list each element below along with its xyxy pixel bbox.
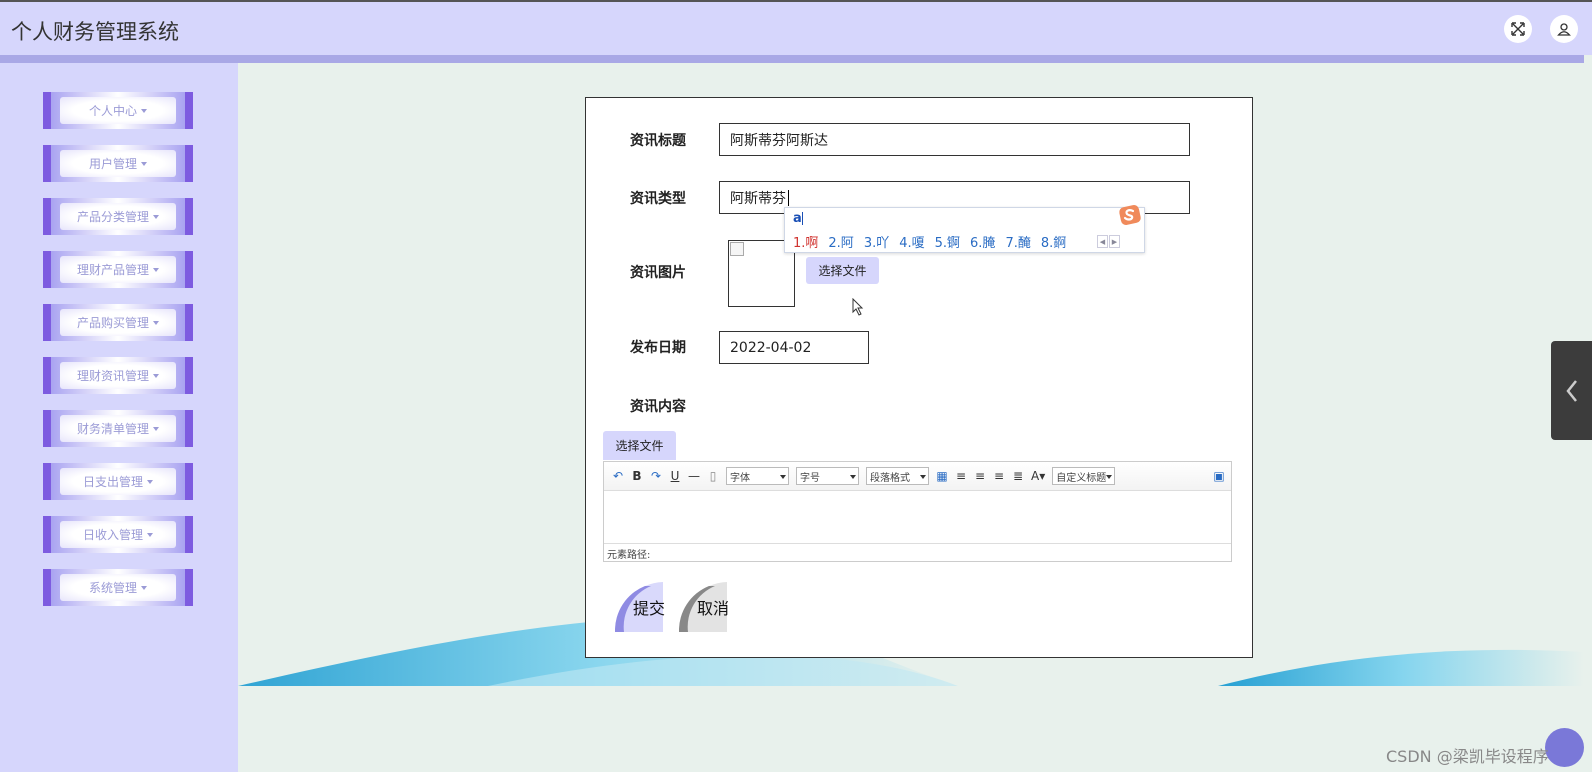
sidebar-item-label: 理财产品管理 [76,263,149,277]
caret-down-icon [153,373,159,378]
header-divider [0,55,1584,63]
ime-candidate-popup: a 1.啊 2.阿 3.吖 4.嗄 5.锕 6.腌 7.醃 8.錒 ◀ ▶ [784,205,1145,253]
caret-down-icon [141,585,147,590]
cancel-button[interactable]: 取消 [679,582,729,632]
caret-down-icon [141,161,147,166]
sidebar-item-label: 日收入管理 [82,528,143,542]
news-form: 资讯标题 阿斯蒂芬阿斯达 资讯类型 阿斯蒂芬 资讯图片 选择文件 发布日期 20… [585,97,1253,658]
sidebar-item-user-management[interactable]: 用户管理 [43,145,193,182]
image-label: 资讯图片 [630,265,686,281]
mouse-pointer-icon [852,298,864,316]
cancel-label: 取消 [696,599,729,618]
sogou-ime-logo-icon [1119,205,1141,225]
ime-prev-icon[interactable]: ◀ [1097,235,1108,248]
title-input[interactable]: 阿斯蒂芬阿斯达 [719,123,1190,156]
caret-down-icon [147,532,153,537]
date-input[interactable]: 2022-04-02 [719,331,869,364]
choose-image-button[interactable]: 选择文件 [806,257,879,284]
ime-candidate[interactable]: 5.锕 [935,232,960,251]
sidebar-item-label: 财务清单管理 [76,422,149,436]
date-label: 发布日期 [630,340,686,356]
fullscreen-icon [1511,22,1525,36]
ime-candidate[interactable]: 6.腌 [970,232,995,251]
align-left-icon[interactable]: ≡ [955,469,967,483]
html-source-icon[interactable]: ▣ [1213,469,1225,483]
broken-image-icon [730,242,744,256]
side-drawer-toggle[interactable] [1551,341,1592,440]
font-size-select[interactable]: 字号 [796,467,859,485]
ime-candidate[interactable]: 4.嗄 [899,232,924,251]
sidebar-item-finance-list[interactable]: 财务清单管理 [43,410,193,447]
sidebar-item-label: 系统管理 [88,581,137,595]
ime-candidate[interactable]: 1.啊 [793,232,818,251]
page-icon[interactable]: ▯ [707,469,719,483]
sidebar-item-label: 日支出管理 [82,475,143,489]
ime-candidate[interactable]: 7.醃 [1005,232,1030,251]
editor-content-area[interactable] [604,491,1231,543]
title-input-value: 阿斯蒂芬阿斯达 [730,132,828,149]
text-cursor [788,189,789,206]
submit-button[interactable]: 提交 [615,582,665,632]
redo-icon[interactable]: ↷ [650,469,662,483]
align-justify-icon[interactable]: ≣ [1012,469,1024,483]
paragraph-format-select[interactable]: 段落格式 [866,467,929,485]
font-color-icon[interactable]: A▾ [1031,469,1045,483]
caret-down-icon [153,267,159,272]
ime-next-icon[interactable]: ▶ [1109,235,1120,248]
ime-candidate[interactable]: 2.阿 [828,232,853,251]
content-label: 资讯内容 [630,399,686,415]
sidebar-item-label: 个人中心 [88,104,137,118]
sidebar-item-daily-expense[interactable]: 日支出管理 [43,463,193,500]
sidebar-item-product-category[interactable]: 产品分类管理 [43,198,193,235]
caret-down-icon [153,320,159,325]
ime-composition: a [793,211,803,226]
top-header: 个人财务管理系统 [0,0,1592,55]
sidebar-item-label: 产品分类管理 [76,210,149,224]
editor-status-bar: 元素路径: [604,543,1231,563]
table-icon[interactable]: ▦ [936,469,948,483]
horizontal-rule-icon[interactable]: — [688,469,700,483]
sidebar-item-label: 理财资讯管理 [76,369,149,383]
sidebar: 个人中心 用户管理 产品分类管理 理财产品管理 产品购买管理 理财资讯管理 财务… [0,63,238,772]
sidebar-item-label: 用户管理 [88,157,137,171]
caret-down-icon [153,214,159,219]
ime-page-arrows[interactable]: ◀ ▶ [1097,235,1120,248]
custom-title-select[interactable]: 自定义标题 [1052,467,1116,485]
align-right-icon[interactable]: ≡ [974,469,986,483]
sidebar-item-finance-product[interactable]: 理财产品管理 [43,251,193,288]
sidebar-item-system[interactable]: 系统管理 [43,569,193,606]
app-title: 个人财务管理系统 [11,20,179,44]
caret-down-icon [141,108,147,113]
type-label: 资讯类型 [630,191,686,207]
type-input-value: 阿斯蒂芬 [730,190,786,207]
sidebar-item-personal-center[interactable]: 个人中心 [43,92,193,129]
chevron-left-icon [1565,379,1577,402]
font-family-select[interactable]: 字体 [726,467,789,485]
floating-action-button[interactable] [1545,728,1584,767]
caret-down-icon [153,426,159,431]
rich-text-editor[interactable]: ↶ B ↷ U — ▯ 字体 字号 段落格式 ▦ ≡ ≡ ≡ ≣ A▾ 自定义标… [603,461,1232,562]
title-label: 资讯标题 [630,133,686,149]
editor-toolbar: ↶ B ↷ U — ▯ 字体 字号 段落格式 ▦ ≡ ≡ ≡ ≣ A▾ 自定义标… [604,462,1231,491]
caret-down-icon [147,479,153,484]
user-icon [1557,23,1571,36]
fullscreen-button[interactable] [1504,15,1532,43]
sidebar-item-label: 产品购买管理 [76,316,149,330]
align-center-icon[interactable]: ≡ [993,469,1005,483]
date-input-value: 2022-04-02 [730,339,812,356]
sidebar-item-finance-news[interactable]: 理财资讯管理 [43,357,193,394]
submit-label: 提交 [632,599,665,618]
sidebar-item-product-purchase[interactable]: 产品购买管理 [43,304,193,341]
sidebar-item-daily-income[interactable]: 日收入管理 [43,516,193,553]
undo-icon[interactable]: ↶ [612,469,624,483]
user-button[interactable] [1550,15,1578,43]
ime-candidate-list: 1.啊 2.阿 3.吖 4.嗄 5.锕 6.腌 7.醃 8.錒 [793,232,1066,251]
ime-candidate[interactable]: 3.吖 [864,232,889,251]
watermark: CSDN @梁凯毕设程序 [1386,747,1549,766]
ime-candidate[interactable]: 8.錒 [1041,232,1066,251]
editor-choose-file-button[interactable]: 选择文件 [603,431,676,460]
bold-icon[interactable]: B [631,469,643,483]
underline-icon[interactable]: U [669,469,681,483]
